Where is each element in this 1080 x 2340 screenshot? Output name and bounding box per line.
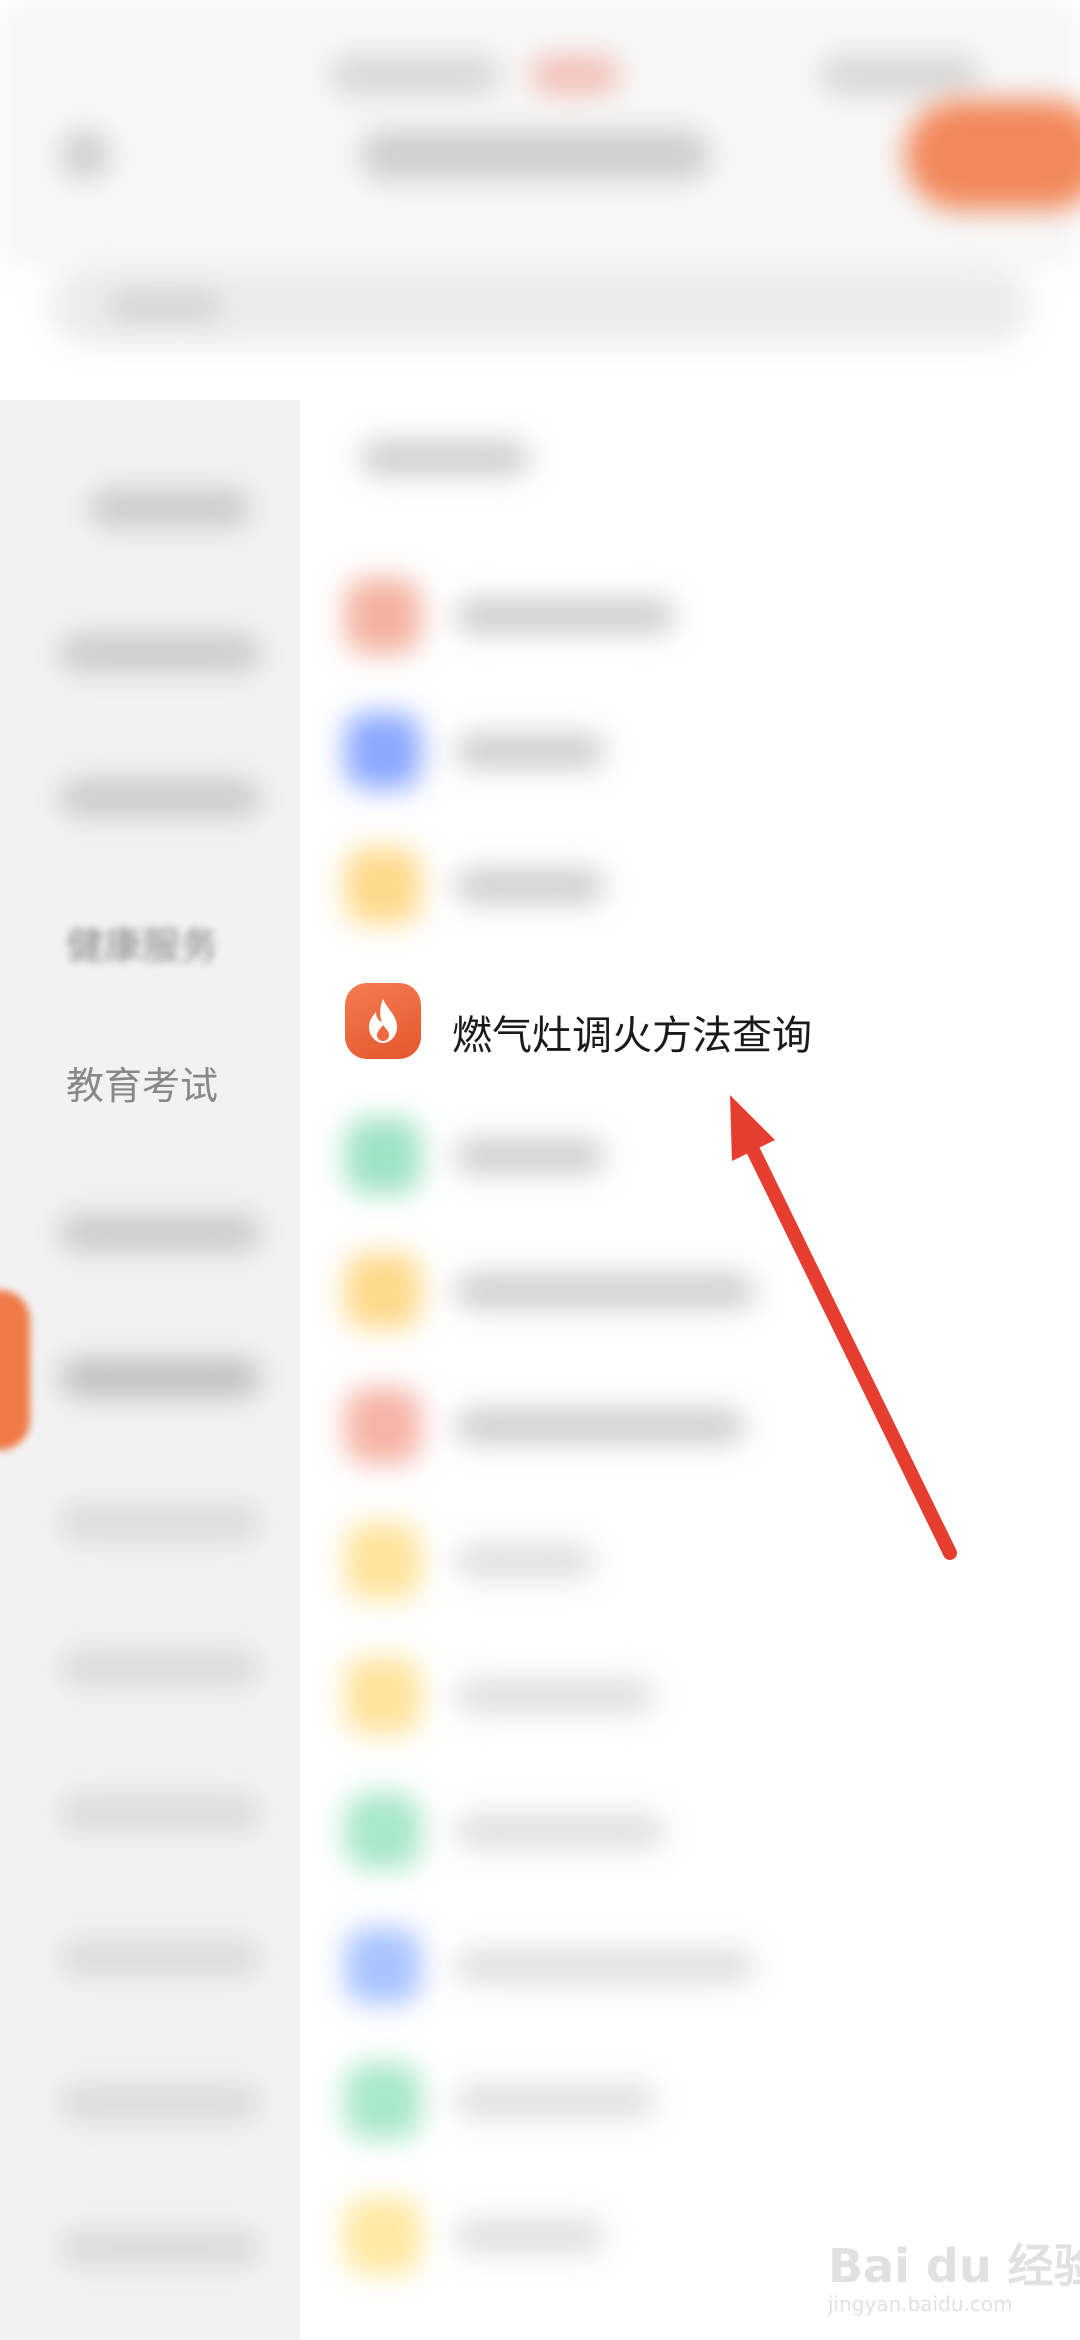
annotation-arrow	[730, 1095, 957, 1560]
watermark-brand: Bai du 经验	[828, 2239, 1080, 2293]
arrow-shaft	[745, 1141, 957, 1560]
watermark: Bai du 经验 jingyan.baidu.com	[828, 2220, 1080, 2330]
watermark-url: jingyan.baidu.com	[828, 2292, 1013, 2316]
